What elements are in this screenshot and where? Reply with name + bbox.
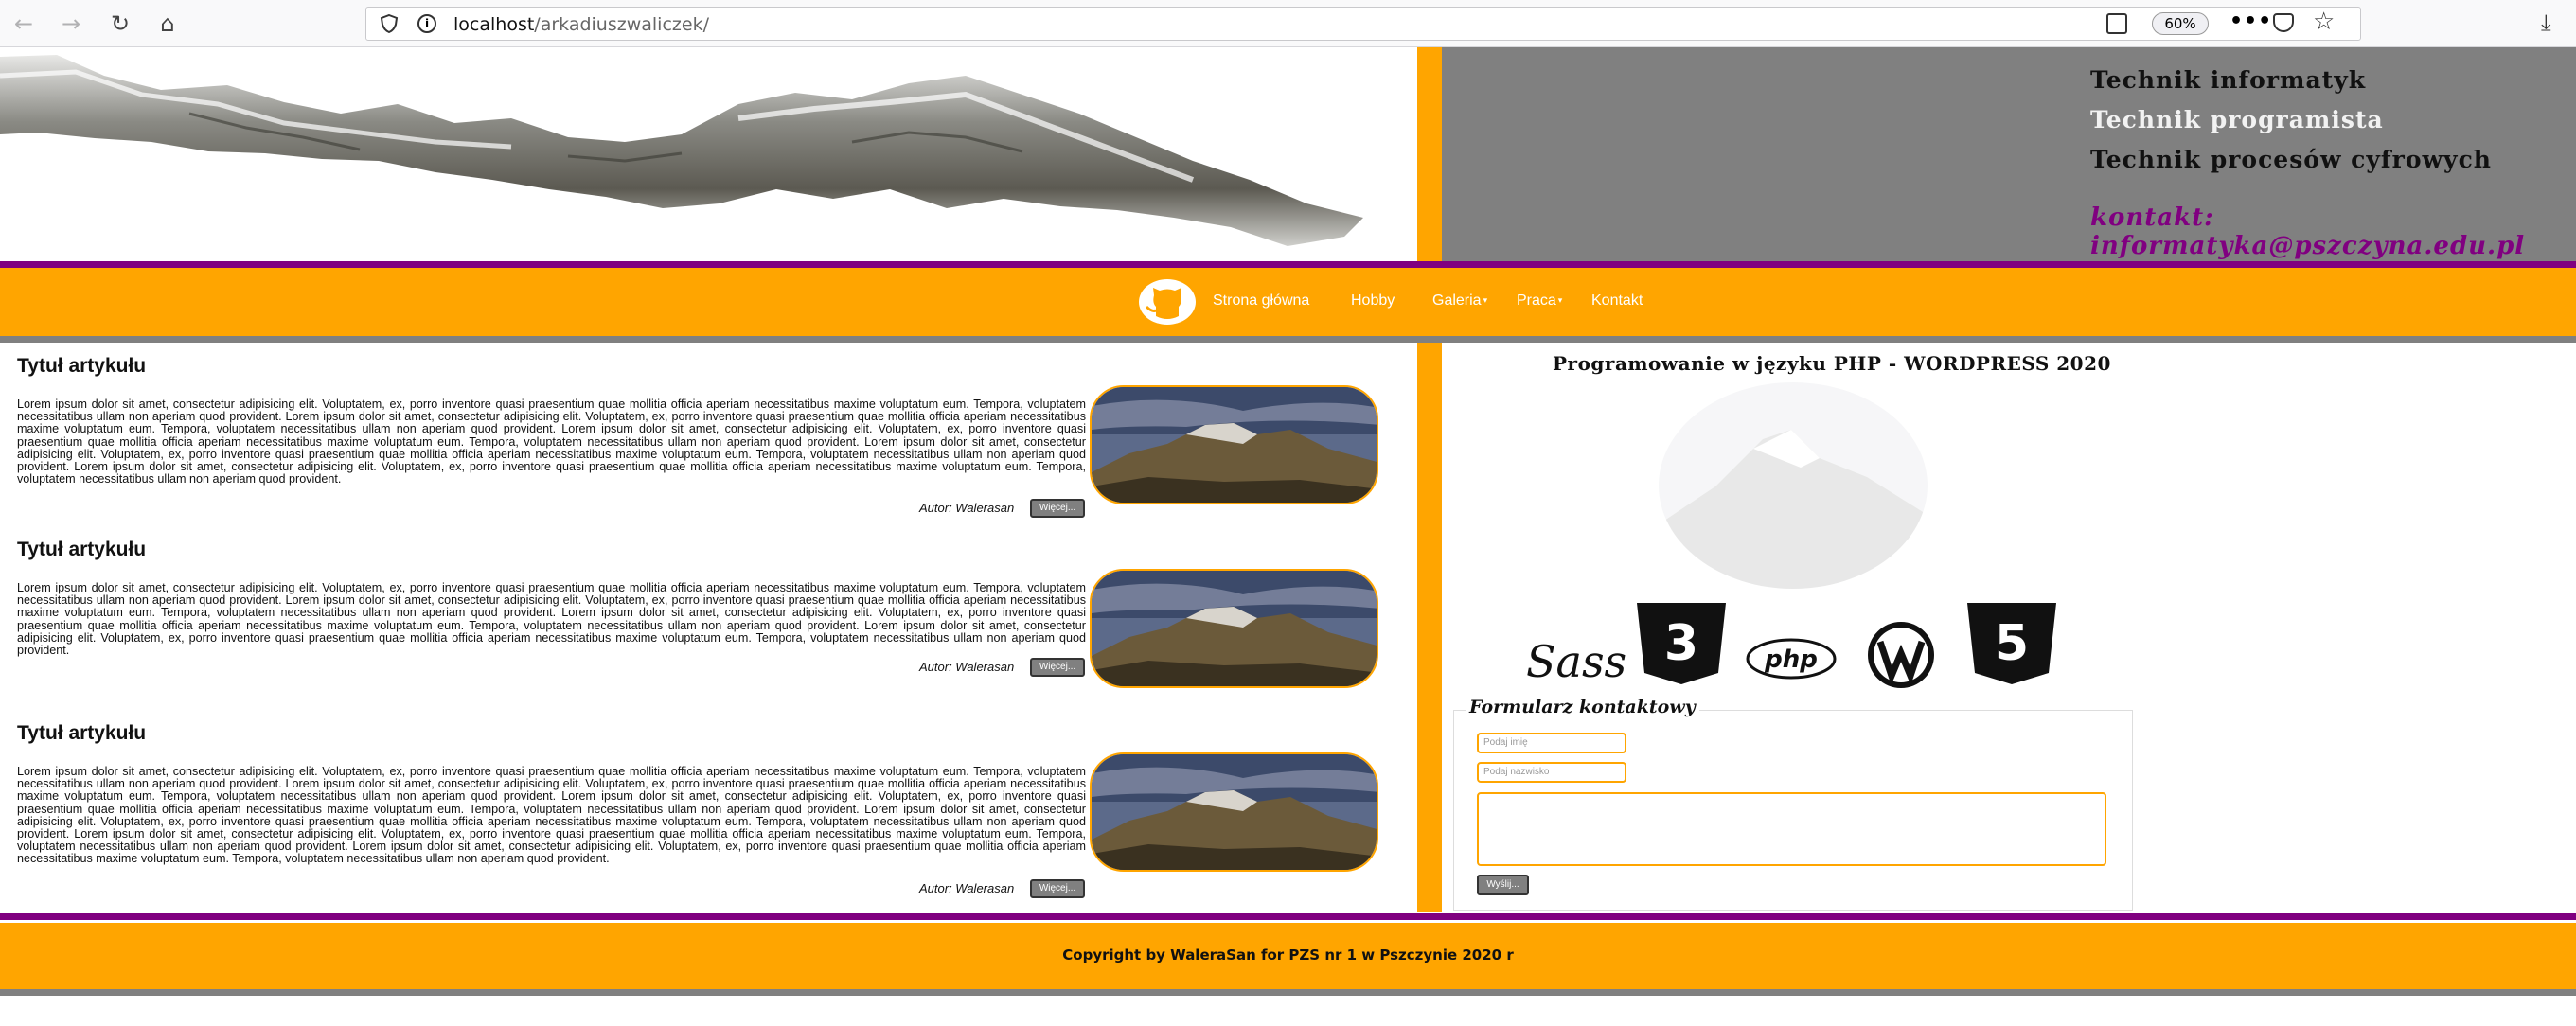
article-author: Autor: Walerasan	[919, 501, 1015, 515]
send-button[interactable]: Wyślij...	[1477, 875, 1529, 895]
grey-divider-footer	[0, 989, 2576, 996]
header-line-programista: Technik programista	[2090, 106, 2384, 133]
css3-logo: 3	[1637, 603, 1726, 684]
purple-divider-bottom	[0, 913, 2576, 920]
first-name-input[interactable]: Podaj imię	[1477, 733, 1626, 753]
last-name-input[interactable]: Podaj nazwisko	[1477, 762, 1626, 783]
pocket-icon[interactable]	[2273, 13, 2294, 32]
article-body: Lorem ipsum dolor sit amet, consectetur …	[17, 765, 1086, 866]
read-more-button[interactable]: Więcej...	[1030, 879, 1085, 898]
page-bottom-area	[0, 996, 2576, 1026]
nav-item-contact[interactable]: Kontakt	[1591, 292, 1643, 310]
article: Tytuł artykułu Lorem ipsum dolor sit ame…	[17, 722, 1382, 902]
site-header: Technik informatyk Technik programista T…	[0, 47, 2576, 261]
header-mountain-image	[0, 47, 1417, 261]
contact-form-legend: Formularz kontaktowy	[1466, 697, 1699, 717]
html5-number: 5	[1995, 615, 2029, 672]
home-icon[interactable]: ⌂	[151, 8, 184, 40]
main-nav: Strona główna Hobby Galeria ▾ Praca ▾ Kont…	[0, 268, 2576, 336]
chevron-down-icon: ▾	[1557, 295, 1563, 306]
mountain-illustration	[0, 55, 1363, 246]
article-thumbnail	[1090, 385, 1378, 504]
article-title: Tytuł artykułu	[17, 539, 147, 560]
css3-number: 3	[1664, 615, 1698, 672]
chevron-down-icon: ▾	[1483, 295, 1488, 306]
nav-item-work-label: Praca	[1517, 292, 1556, 309]
shield-icon[interactable]	[380, 14, 399, 33]
back-icon[interactable]: ←	[8, 8, 40, 40]
footer-copyright: Copyright by WaleraSan for PZS nr 1 w Ps…	[1062, 946, 1514, 964]
sidebar-circle-image	[1659, 382, 1928, 589]
header-contact-email[interactable]: kontakt: informatyka@pszczyna.edu.pl	[2090, 203, 2576, 260]
article-title: Tytuł artykułu	[17, 355, 147, 377]
sidebar-title: Programowanie w języku PHP - WORDPRESS 2…	[1553, 352, 2111, 375]
header-line-procesow: Technik procesów cyfrowych	[2090, 146, 2492, 173]
reload-icon[interactable]: ↻	[104, 8, 136, 40]
wordpress-logo	[1868, 622, 1934, 688]
php-logo: php	[1746, 638, 1837, 680]
browser-toolbar: ← → ↻ ⌂ i localhost/arkadiuszwaliczek/ 6…	[0, 0, 2576, 47]
article-body: Lorem ipsum dolor sit amet, consectetur …	[17, 398, 1086, 486]
read-more-button[interactable]: Więcej...	[1030, 499, 1085, 518]
purple-divider-top	[0, 261, 2576, 268]
url-host: localhost	[453, 14, 535, 35]
info-icon[interactable]: i	[417, 14, 436, 33]
nav-item-hobby[interactable]: Hobby	[1351, 292, 1395, 310]
article-body: Lorem ipsum dolor sit amet, consectetur …	[17, 581, 1086, 658]
sass-logo: Sass	[1526, 636, 1627, 687]
article: Tytuł artykułu Lorem ipsum dolor sit ame…	[17, 355, 1382, 521]
forward-icon[interactable]: →	[55, 8, 87, 40]
article-author: Autor: Walerasan	[919, 660, 1015, 674]
bookmark-star-icon[interactable]: ☆	[2313, 8, 2335, 36]
article-title: Tytuł artykułu	[17, 722, 147, 744]
site-footer: Copyright by WaleraSan for PZS nr 1 w Ps…	[0, 923, 2576, 989]
html5-logo: 5	[1967, 603, 2056, 684]
grey-divider-nav	[0, 336, 2576, 343]
url-path: /arkadiuszwaliczek/	[534, 14, 709, 35]
reader-view-icon[interactable]	[2106, 13, 2127, 34]
address-bar[interactable]: i localhost/arkadiuszwaliczek/ 60% ••• ☆	[365, 7, 2361, 41]
article-author: Autor: Walerasan	[919, 881, 1015, 895]
article: Tytuł artykułu Lorem ipsum dolor sit ame…	[17, 539, 1382, 690]
read-more-button[interactable]: Więcej...	[1030, 658, 1085, 677]
nav-item-home[interactable]: Strona główna	[1213, 292, 1309, 310]
download-icon[interactable]: ⤓	[2541, 9, 2551, 36]
mountain-photo	[1092, 754, 1377, 870]
article-thumbnail	[1090, 752, 1378, 872]
content-orange-separator	[1417, 343, 1442, 912]
zoom-indicator[interactable]: 60%	[2152, 12, 2209, 35]
mountain-photo	[1092, 571, 1377, 686]
nav-item-work[interactable]: Praca ▾	[1517, 292, 1562, 310]
nav-item-gallery[interactable]: Galeria ▾	[1432, 292, 1487, 310]
nav-item-gallery-label: Galeria	[1432, 292, 1482, 309]
message-textarea[interactable]	[1477, 792, 2106, 866]
mountain-photo	[1092, 387, 1377, 503]
url-text[interactable]: localhost/arkadiuszwaliczek/	[453, 14, 709, 35]
article-thumbnail	[1090, 569, 1378, 688]
page-actions-icon[interactable]: •••	[2230, 9, 2272, 33]
github-icon[interactable]	[1139, 278, 1196, 326]
header-orange-separator	[1417, 47, 1442, 261]
php-text: php	[1764, 646, 1818, 674]
faded-mountain-image	[1659, 382, 1928, 589]
header-line-informatyk: Technik informatyk	[2090, 66, 2367, 94]
